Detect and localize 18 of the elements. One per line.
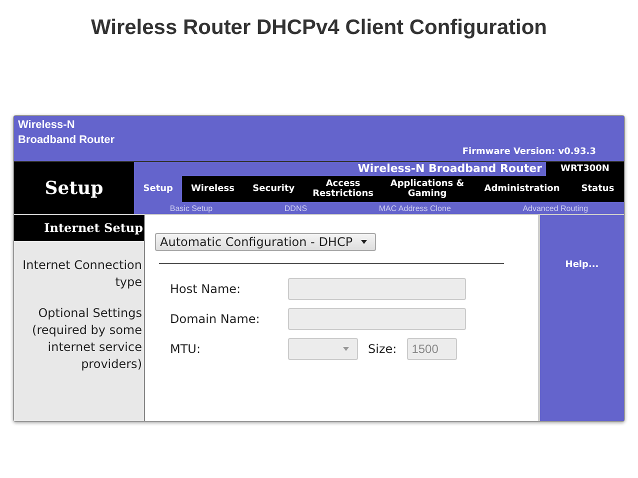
- product-name: Wireless-N Broadband Router: [358, 162, 543, 176]
- firmware-version: Firmware Version: v0.93.3: [462, 147, 596, 157]
- field-label: Domain Name:: [170, 312, 261, 326]
- brand-name: Wireless-N Broadband Router: [18, 118, 115, 148]
- help-panel[interactable]: Help...: [538, 215, 624, 421]
- nav-tab[interactable]: Setup: [134, 176, 182, 202]
- field-label: Host Name:: [170, 282, 242, 296]
- connection-type-select[interactable]: Automatic Configuration - DHCP: [155, 233, 376, 251]
- model-name: WRT300N: [546, 162, 624, 176]
- sidebar-label: Optional Settings (required by some internet service providers): [31, 305, 143, 373]
- field-label: MTU:: [170, 342, 202, 356]
- caret-icon: [343, 347, 349, 351]
- caret-icon: [360, 240, 367, 244]
- size-label: Size:: [368, 342, 397, 356]
- sidebar-heading: Internet Setup: [14, 215, 144, 241]
- section-title: Setup: [14, 162, 134, 214]
- page-title: Wireless Router DHCPv4 Client Configuration: [90, 16, 548, 40]
- sidebar-label: Internet Connection type: [22, 257, 143, 291]
